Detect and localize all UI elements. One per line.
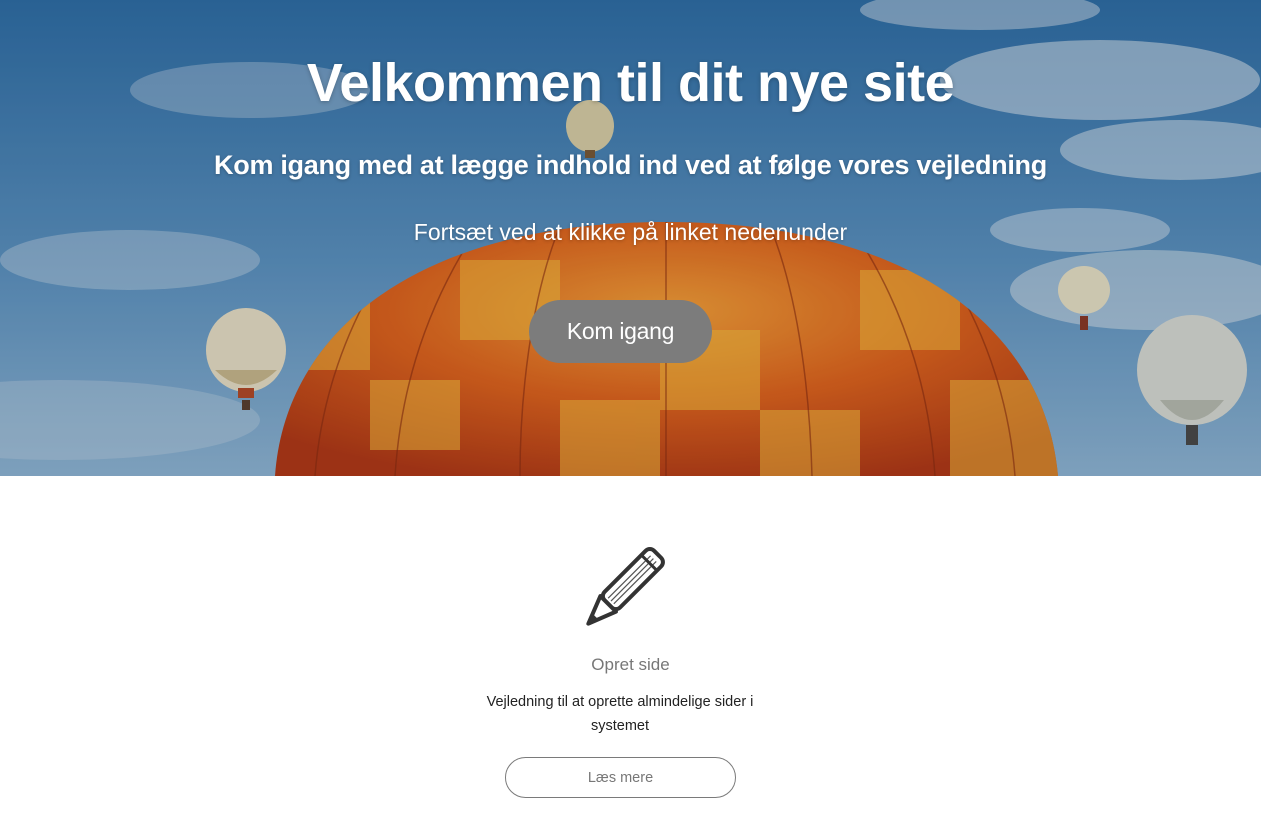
hero-section: Velkommen til dit nye site Kom igang med… xyxy=(0,0,1261,476)
feature-title: Opret side xyxy=(591,655,670,674)
read-more-button[interactable]: Læs mere xyxy=(505,757,736,798)
hero-text: Fortsæt ved at klikke på linket nedenund… xyxy=(413,219,848,245)
pencil-icon xyxy=(586,547,665,626)
hero-title: Velkommen til dit nye site xyxy=(306,53,955,113)
feature-description: Vejledning til at oprette almindelige si… xyxy=(486,694,754,734)
hero-subtitle: Kom igang med at lægge indhold ind ved a… xyxy=(214,150,1047,180)
get-started-button[interactable]: Kom igang xyxy=(529,300,712,363)
